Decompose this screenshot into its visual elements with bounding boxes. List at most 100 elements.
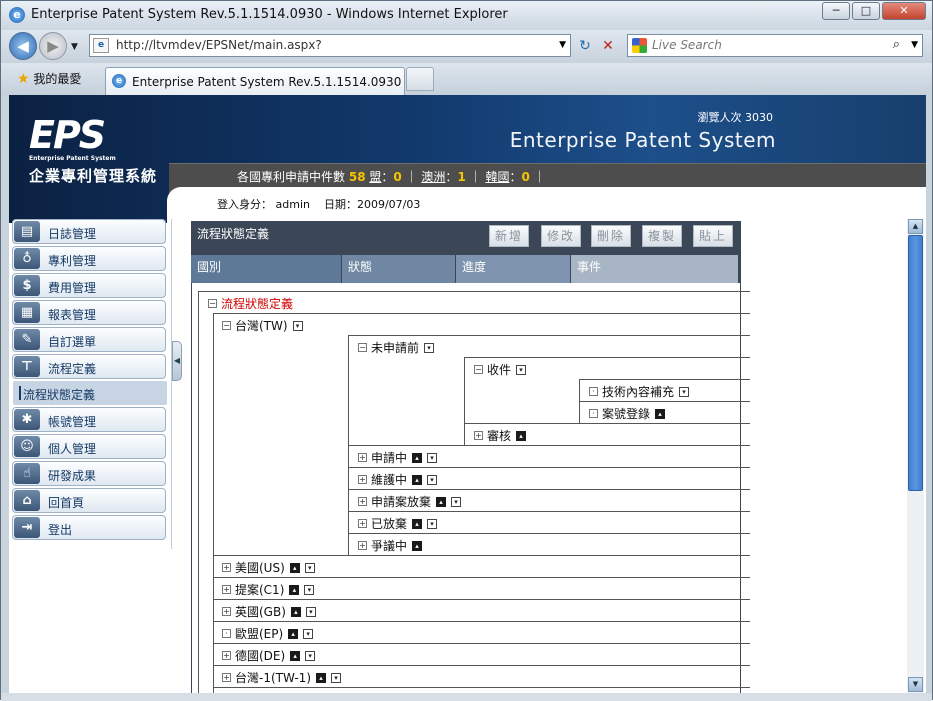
- search-input[interactable]: Live Search ⌕ ▼: [627, 34, 923, 57]
- move-down-icon: ▾: [305, 606, 316, 617]
- move-up-icon: ▴: [290, 650, 301, 661]
- move-up-icon: ▴: [289, 584, 300, 595]
- tree-node-tw1[interactable]: + 台灣-1(TW-1) ▴ ▾: [222, 669, 342, 686]
- thumbs-up-icon: ☝: [14, 463, 40, 484]
- search-dropdown-icon[interactable]: ▼: [911, 40, 918, 50]
- stop-icon[interactable]: ✕: [598, 36, 618, 56]
- panel-title: 流程狀態定義: [197, 227, 270, 241]
- favorites-button[interactable]: ★ 我的最愛: [17, 70, 81, 87]
- move-up-icon: ▴: [412, 452, 423, 463]
- move-up-icon: ▴: [412, 474, 423, 485]
- scroll-up-icon[interactable]: ▲: [908, 219, 923, 234]
- title-bar: e Enterprise Patent System Rev.5.1.1514.…: [1, 1, 932, 30]
- move-down-icon: ▾: [427, 452, 438, 463]
- close-button[interactable]: ✕: [882, 2, 926, 20]
- move-down-icon: ▾: [427, 518, 438, 529]
- sidebar-item-custom-menu[interactable]: ✎ 自訂選單: [12, 327, 166, 352]
- tree-node-receipt[interactable]: − 收件 ▾: [474, 361, 527, 378]
- sidebar-item-fees[interactable]: $ 費用管理: [12, 273, 166, 298]
- tree-node-abandoned[interactable]: + 已放棄 ▴ ▾: [358, 515, 438, 532]
- sidebar-item-flow-definition[interactable]: ⊤ 流程定義: [12, 354, 166, 379]
- tree-node-gb[interactable]: + 英國(GB) ▴ ▾: [222, 603, 316, 620]
- paste-button[interactable]: 貼上: [693, 225, 733, 247]
- header-banner: EPS Enterprise Patent System 企業專利管理系統 瀏覽…: [9, 95, 926, 223]
- tree-node-tw[interactable]: − 台灣(TW) ▾: [222, 317, 303, 334]
- tree-node-dispute[interactable]: + 爭議中 ▴: [358, 537, 423, 554]
- tree-node-applying[interactable]: + 申請中 ▴ ▾: [358, 449, 438, 466]
- sidebar-item-accounts[interactable]: ✱ 帳號管理: [12, 407, 166, 432]
- live-search-logo-icon: [632, 38, 647, 53]
- address-field[interactable]: e http://ltvmdev/EPSNet/main.aspx? ▼: [89, 34, 571, 57]
- add-button[interactable]: 新增: [489, 225, 529, 247]
- submenu-flow-state-definition[interactable]: 流程狀態定義: [13, 381, 167, 405]
- sidebar-item-rd-results[interactable]: ☝ 研發成果: [12, 461, 166, 486]
- page-viewport: EPS Enterprise Patent System 企業專利管理系統 瀏覽…: [9, 95, 926, 693]
- move-up-icon: ▴: [655, 408, 666, 419]
- move-up-icon: ▴: [290, 606, 301, 617]
- system-name: Enterprise Patent System: [509, 128, 776, 152]
- flow-tree: − 流程狀態定義 − 台灣(TW) ▾ − 未申請前 ▾ − 收件 ▾ · 技術內容補充 ▾ · 案…: [191, 283, 750, 693]
- tree-node-unapplied[interactable]: − 未申請前 ▾: [358, 339, 435, 356]
- tree-node-tech-supplement[interactable]: · 技術內容補充 ▾: [589, 383, 690, 400]
- move-up-icon: ▴: [288, 628, 299, 639]
- favorites-label: 我的最愛: [33, 72, 82, 86]
- col-progress: 進度: [456, 255, 570, 283]
- vertical-scrollbar[interactable]: ▲ ▼: [907, 219, 924, 693]
- tree-node-ep[interactable]: · 歐盟(EP) ▴ ▾: [222, 625, 314, 642]
- logo-chinese-name: 企業專利管理系統: [29, 167, 158, 185]
- col-event: 事件: [571, 255, 738, 283]
- edit-button[interactable]: 修改: [541, 225, 581, 247]
- report-icon: ▦: [14, 302, 40, 323]
- copy-button[interactable]: 複製: [642, 225, 682, 247]
- tree-node-de[interactable]: + 德國(DE) ▴ ▾: [222, 647, 316, 664]
- tab-title: Enterprise Patent System Rev.5.1.1514.09…: [132, 75, 402, 89]
- address-dropdown-icon[interactable]: ▼: [559, 40, 566, 50]
- sidebar-collapse-handle[interactable]: ◀: [172, 341, 182, 381]
- panel-toolbar: 流程狀態定義 新增 修改 刪除 複製 貼上: [191, 221, 741, 255]
- browser-tab[interactable]: e Enterprise Patent System Rev.5.1.1514.…: [105, 67, 405, 95]
- search-icon[interactable]: ⌕: [893, 37, 900, 52]
- move-up-icon: ▴: [289, 562, 300, 573]
- move-down-icon: ▾: [305, 650, 316, 661]
- home-icon: ⌂: [14, 490, 40, 511]
- back-button[interactable]: ◀: [9, 32, 37, 60]
- move-down-icon: ▾: [516, 364, 527, 375]
- sidebar-item-personal[interactable]: ☺ 個人管理: [12, 434, 166, 459]
- tree-node-maintaining[interactable]: + 維護中 ▴ ▾: [358, 471, 438, 488]
- move-down-icon: ▾: [451, 496, 462, 507]
- history-dropdown-icon[interactable]: ▼: [71, 42, 78, 52]
- move-up-icon: ▴: [436, 496, 447, 507]
- delete-button[interactable]: 刪除: [591, 225, 631, 247]
- address-url[interactable]: http://ltvmdev/EPSNet/main.aspx?: [116, 38, 322, 52]
- stats-link-au[interactable]: 澳洲: [421, 170, 445, 184]
- forward-button[interactable]: ▶: [39, 32, 67, 60]
- stats-link-eu[interactable]: 盟: [369, 170, 381, 184]
- tree-node-c1[interactable]: + 提案(C1) ▴ ▾: [222, 581, 315, 598]
- maximize-button[interactable]: □: [852, 2, 880, 20]
- tree-node-application-abandoned[interactable]: + 申請案放棄 ▴ ▾: [358, 493, 462, 510]
- minimize-button[interactable]: ─: [822, 2, 850, 20]
- stats-link-kr[interactable]: 韓國: [485, 170, 509, 184]
- sidebar-item-reports[interactable]: ▦ 報表管理: [12, 300, 166, 325]
- sidebar-item-patent[interactable]: ♁ 專利管理: [12, 246, 166, 271]
- window-title: Enterprise Patent System Rev.5.1.1514.09…: [31, 7, 508, 22]
- move-up-icon: ▴: [412, 518, 423, 529]
- sidebar-item-journal[interactable]: ▤ 日誌管理: [12, 219, 166, 244]
- search-placeholder: Live Search: [652, 38, 722, 52]
- tree-node-review[interactable]: + 審核 ▴: [474, 427, 527, 444]
- scroll-down-icon[interactable]: ▼: [908, 677, 923, 692]
- move-up-icon: ▴: [412, 540, 423, 551]
- sidebar-item-logout[interactable]: ⇥ 登出: [12, 515, 166, 540]
- eps-logo: EPS Enterprise Patent System: [29, 113, 116, 162]
- tree-node-us[interactable]: + 美國(US) ▴ ▾: [222, 559, 315, 576]
- refresh-icon[interactable]: ↻: [575, 36, 595, 56]
- tree-root[interactable]: − 流程狀態定義: [208, 295, 293, 312]
- new-tab-button[interactable]: [406, 67, 434, 91]
- custom-menu-icon: ✎: [14, 329, 40, 350]
- move-down-icon: ▾: [427, 474, 438, 485]
- ie-icon: e: [9, 7, 25, 23]
- scroll-thumb[interactable]: [908, 235, 923, 491]
- tree-node-case-number[interactable]: · 案號登錄 ▴: [589, 405, 666, 422]
- sidebar-item-home[interactable]: ⌂ 回首頁: [12, 488, 166, 513]
- dollar-icon: $: [14, 275, 40, 296]
